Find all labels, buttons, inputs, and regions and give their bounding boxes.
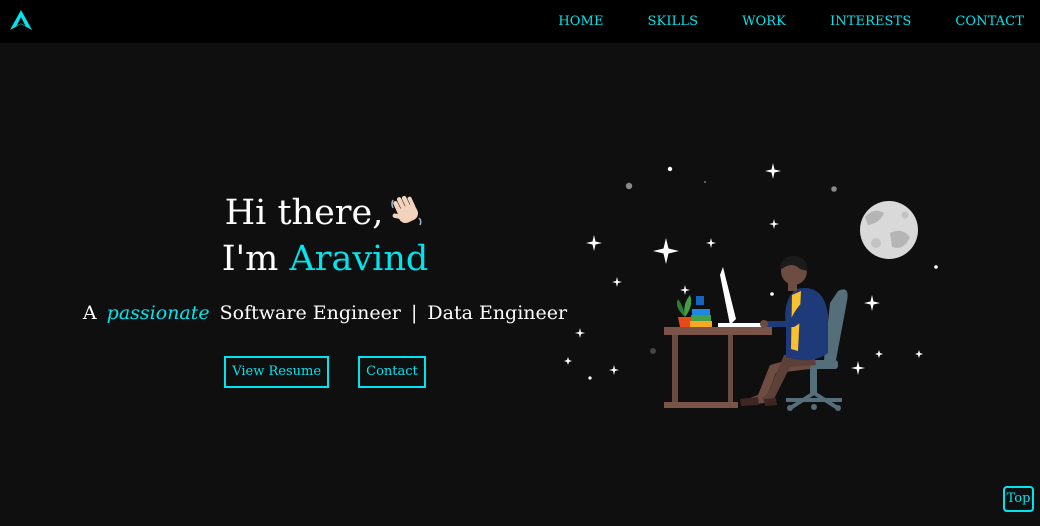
greeting-text: Hi there, <box>224 193 384 233</box>
tagline-emphasis: passionate <box>106 302 210 324</box>
computer-monitor <box>718 267 764 327</box>
view-resume-button[interactable]: View Resume <box>224 356 330 388</box>
plant-and-books <box>676 295 712 327</box>
waving-hand-icon <box>391 195 422 226</box>
nav-links: HOME SKILLS WORK INTERESTS CONTACT <box>558 0 1024 43</box>
intro-text: I'm <box>221 239 279 279</box>
moon-icon <box>860 201 918 259</box>
role-separator: | <box>410 302 418 324</box>
contact-button[interactable]: Contact <box>358 356 426 388</box>
logo-icon[interactable] <box>9 9 33 31</box>
hero-buttons: View Resume Contact <box>80 356 570 388</box>
developer-illustration <box>564 163 938 411</box>
nav-interests[interactable]: INTERESTS <box>830 14 911 29</box>
nav-skills[interactable]: SKILLS <box>648 14 699 29</box>
tagline: A passionate Software Engineer | Data En… <box>80 300 570 326</box>
greeting-line: Hi there, <box>80 190 570 236</box>
name-text: Aravind <box>289 239 429 279</box>
nav-home[interactable]: HOME <box>558 14 603 29</box>
nav-contact[interactable]: CONTACT <box>955 14 1024 29</box>
nav-work[interactable]: WORK <box>742 14 786 29</box>
tagline-prefix: A <box>82 302 97 324</box>
navbar: HOME SKILLS WORK INTERESTS CONTACT <box>0 0 1040 43</box>
role-data-engineer: Data Engineer <box>427 302 568 324</box>
hero-section: Hi there, I'm Aravind A passionate Softw… <box>80 190 570 388</box>
back-to-top-button[interactable]: Top <box>1003 486 1034 512</box>
star-dots <box>588 166 938 380</box>
sparkle-icons <box>564 163 923 375</box>
role-software-engineer: Software Engineer <box>219 302 401 324</box>
name-line: I'm Aravind <box>80 236 570 282</box>
